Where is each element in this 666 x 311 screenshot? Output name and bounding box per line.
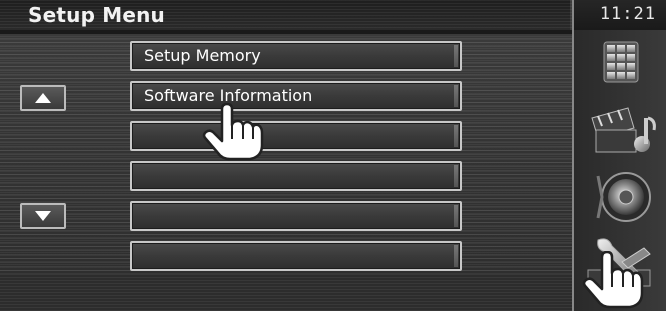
- list-area: [0, 38, 572, 274]
- speaker-icon: [596, 172, 651, 222]
- menu-item-setup-memory[interactable]: Setup Memory: [130, 41, 462, 71]
- media-icon: [591, 107, 656, 153]
- title-bar: Setup Menu: [0, 0, 570, 30]
- menu-item-empty-4[interactable]: [130, 161, 462, 191]
- bottom-bar: [0, 274, 572, 311]
- menu-item-empty-6[interactable]: [130, 241, 462, 271]
- tap-hand-icon: [202, 103, 264, 161]
- page-title: Setup Menu: [28, 3, 165, 27]
- triangle-up-icon: [35, 93, 51, 103]
- menu-item-label: Setup Memory: [144, 46, 261, 65]
- keypad-icon: [603, 41, 639, 83]
- side-nav-media-button[interactable]: [578, 100, 662, 162]
- scroll-up-button[interactable]: [20, 85, 66, 111]
- clock-panel: 11:21: [572, 0, 666, 30]
- setup-menu-screen: Setup Menu 11:21 Setup Memory Software I…: [0, 0, 666, 311]
- menu-item-empty-3[interactable]: [130, 121, 462, 151]
- menu-item-empty-5[interactable]: [130, 201, 462, 231]
- menu-item-software-information[interactable]: Software Information: [130, 81, 462, 111]
- clock: 11:21: [599, 4, 656, 24]
- tap-hand-icon: [582, 251, 644, 309]
- side-nav-keypad-button[interactable]: [578, 34, 662, 96]
- title-divider: [0, 30, 572, 34]
- triangle-down-icon: [35, 211, 51, 221]
- scroll-down-button[interactable]: [20, 203, 66, 229]
- side-nav-audio-button[interactable]: [578, 166, 662, 228]
